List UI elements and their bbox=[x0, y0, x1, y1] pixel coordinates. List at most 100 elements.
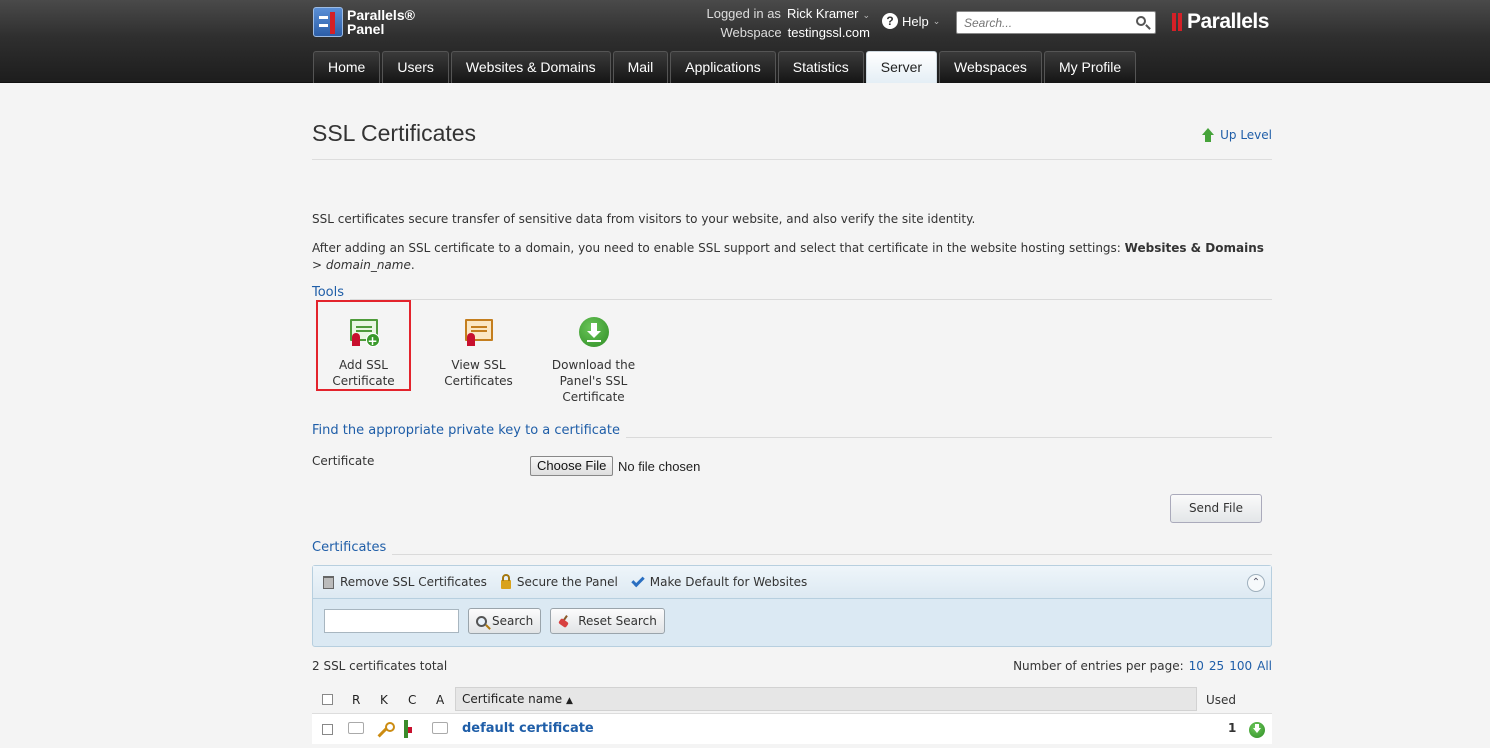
logged-in-label: Logged in as bbox=[706, 6, 781, 21]
sort-ascending-icon: ▲ bbox=[566, 696, 573, 706]
certificates-toolbar-panel: Remove SSL Certificates Secure the Panel… bbox=[312, 565, 1272, 647]
certificates-search-input[interactable] bbox=[324, 609, 459, 633]
parallels-panel-logo[interactable]: Parallels® Panel bbox=[313, 7, 415, 37]
col-used: Used bbox=[1206, 693, 1237, 707]
secure-label: Secure the Panel bbox=[516, 575, 618, 589]
find-key-section-title: Find the appropriate private key to a ce… bbox=[312, 423, 626, 438]
download-line-1: Download the bbox=[551, 358, 636, 372]
view-ssl-certificates-button[interactable]: View SSL Certificates bbox=[431, 300, 526, 391]
per-page-10[interactable]: 10 bbox=[1189, 659, 1204, 673]
choose-file-button[interactable]: Choose File bbox=[530, 456, 614, 476]
ca-certificate-icon bbox=[432, 722, 448, 734]
view-ssl-line-1: View SSL bbox=[451, 358, 506, 372]
certificates-toolbar: Remove SSL Certificates Secure the Panel… bbox=[313, 566, 1271, 599]
search-icon bbox=[476, 615, 487, 627]
col-name-label: Certificate name bbox=[462, 692, 563, 706]
chevron-down-icon: ⌄ bbox=[862, 10, 870, 20]
send-file-button[interactable]: Send File bbox=[1170, 494, 1262, 523]
add-ssl-line-1: Add SSL bbox=[339, 358, 388, 372]
table-header: R K C A Certificate name ▲ Used bbox=[312, 686, 1272, 714]
tab-home[interactable]: Home bbox=[313, 51, 381, 83]
search-icon[interactable] bbox=[1136, 16, 1146, 26]
reset-search-label: Reset Search bbox=[578, 614, 657, 628]
tab-applications[interactable]: Applications bbox=[670, 51, 776, 83]
tab-mail[interactable]: Mail bbox=[612, 51, 669, 83]
logo-line-1: Parallels® bbox=[347, 7, 415, 23]
view-ssl-line-2: Certificates bbox=[444, 374, 513, 388]
broom-icon bbox=[558, 615, 572, 627]
certificates-section-header: Certificates bbox=[312, 539, 1272, 555]
make-default-button[interactable]: Make Default for Websites bbox=[631, 573, 808, 589]
tab-statistics[interactable]: Statistics bbox=[777, 51, 864, 83]
page-title: SSL Certificates bbox=[312, 120, 477, 146]
lock-icon bbox=[500, 573, 511, 589]
reset-search-button[interactable]: Reset Search bbox=[550, 608, 665, 634]
instructions-path-bold: Websites & Domains bbox=[1124, 241, 1264, 255]
parallels-bars-icon bbox=[1172, 10, 1184, 34]
certificate-icon bbox=[404, 720, 408, 738]
instructions-separator: > bbox=[312, 258, 326, 272]
parallels-brand-logo: Parallels bbox=[1172, 10, 1269, 34]
secure-the-panel-button[interactable]: Secure the Panel bbox=[500, 573, 618, 589]
webspace-label: Webspace bbox=[720, 25, 782, 40]
col-certificate-name[interactable]: Certificate name ▲ bbox=[455, 687, 1197, 711]
table-row: default certificate 1 bbox=[312, 714, 1272, 744]
per-page-25[interactable]: 25 bbox=[1209, 659, 1224, 673]
global-search-input[interactable] bbox=[957, 12, 1127, 33]
add-ssl-line-2: Certificate bbox=[332, 374, 395, 388]
remove-label: Remove SSL Certificates bbox=[340, 575, 487, 589]
trash-icon bbox=[323, 575, 334, 589]
select-all-checkbox[interactable] bbox=[322, 694, 333, 705]
user-menu[interactable]: Rick Kramer ⌄ bbox=[787, 5, 870, 24]
tools-section-header: Tools bbox=[312, 284, 1272, 300]
download-line-2: Panel's SSL bbox=[559, 374, 628, 388]
webspace-value[interactable]: testingssl.com bbox=[788, 24, 870, 42]
main-nav: Home Users Websites & Domains Mail Appli… bbox=[313, 51, 1138, 83]
file-status-text: No file chosen bbox=[618, 459, 701, 474]
checkmark-icon bbox=[631, 573, 645, 587]
certificates-section-title: Certificates bbox=[312, 540, 393, 555]
view-certificates-icon bbox=[463, 317, 495, 347]
top-header: Parallels® Panel Logged in as Rick Krame… bbox=[0, 0, 1490, 83]
page-description: SSL certificates secure transfer of sens… bbox=[312, 212, 976, 226]
certificate-name-link[interactable]: default certificate bbox=[462, 721, 594, 736]
global-search bbox=[956, 11, 1156, 34]
brand-text: Parallels bbox=[1187, 10, 1269, 33]
col-k: K bbox=[380, 693, 388, 707]
per-page-all[interactable]: All bbox=[1257, 659, 1272, 673]
chevron-up-icon[interactable]: ⌃ bbox=[1247, 574, 1265, 592]
per-page-label: Number of entries per page: bbox=[1013, 659, 1184, 673]
col-r: R bbox=[352, 693, 361, 707]
per-page-100[interactable]: 100 bbox=[1229, 659, 1252, 673]
user-name: Rick Kramer bbox=[786, 6, 859, 21]
up-level-link[interactable]: Up Level bbox=[1201, 128, 1272, 142]
instructions-end: . bbox=[410, 258, 415, 272]
add-ssl-certificate-button[interactable]: + Add SSL Certificate bbox=[316, 300, 411, 391]
help-label: Help bbox=[902, 13, 929, 29]
row-checkbox[interactable] bbox=[322, 724, 333, 735]
tab-websites-domains[interactable]: Websites & Domains bbox=[450, 51, 611, 83]
tab-my-profile[interactable]: My Profile bbox=[1043, 51, 1137, 83]
certificates-search-bar: Search Reset Search bbox=[313, 599, 1271, 634]
remove-ssl-certificates-button[interactable]: Remove SSL Certificates bbox=[323, 575, 487, 589]
search-button[interactable]: Search bbox=[468, 608, 542, 634]
logo-line-2: Panel bbox=[347, 21, 385, 37]
entries-per-page: Number of entries per page: 10 25 100 Al… bbox=[1013, 659, 1272, 673]
search-button-label: Search bbox=[492, 614, 534, 628]
tools-section-title: Tools bbox=[312, 285, 351, 300]
help-menu[interactable]: ? Help ⌄ bbox=[882, 13, 940, 29]
instructions-text: After adding an SSL certificate to a dom… bbox=[312, 241, 1125, 255]
download-line-3: Certificate bbox=[562, 390, 625, 404]
tab-users[interactable]: Users bbox=[382, 51, 449, 83]
tab-webspaces[interactable]: Webspaces bbox=[939, 51, 1042, 83]
col-c: C bbox=[408, 693, 417, 707]
add-certificate-icon: + bbox=[348, 317, 380, 348]
tab-server[interactable]: Server bbox=[865, 51, 938, 83]
download-panel-ssl-certificate-button[interactable]: Download the Panel's SSL Certificate bbox=[546, 300, 641, 404]
find-key-section-header: Find the appropriate private key to a ce… bbox=[312, 422, 1272, 438]
title-divider bbox=[312, 159, 1272, 160]
chevron-down-icon: ⌄ bbox=[932, 15, 941, 26]
make-default-label: Make Default for Websites bbox=[649, 575, 808, 589]
download-icon[interactable] bbox=[1249, 722, 1265, 738]
arrow-up-icon bbox=[1201, 128, 1215, 142]
